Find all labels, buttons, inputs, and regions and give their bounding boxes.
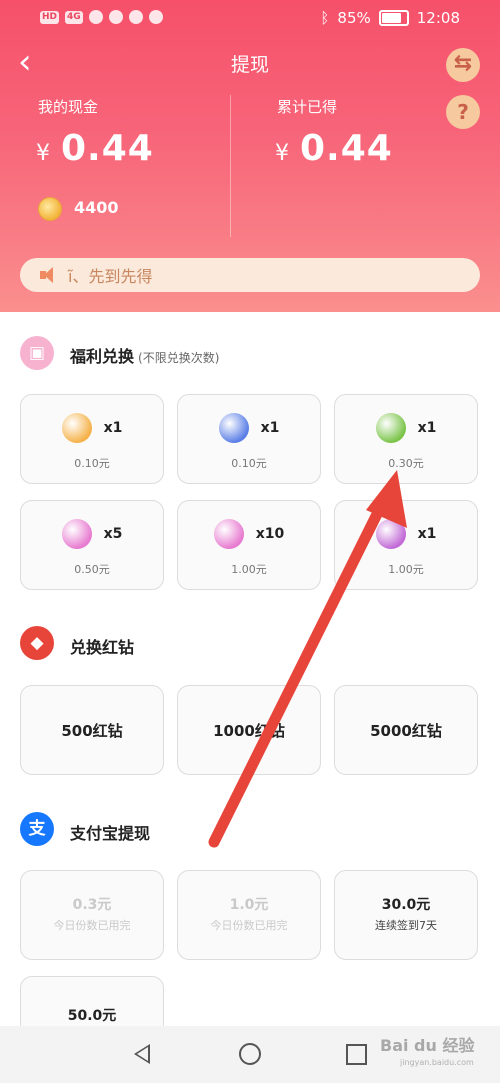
- battery-icon: [378, 10, 409, 26]
- app-notification-icon: [108, 10, 123, 24]
- gift-card[interactable]: x10 1.00元: [177, 500, 321, 590]
- app-notification-icon: [88, 10, 103, 24]
- section-title-welfare: 福利兑换 (不限兑换次数): [70, 343, 219, 367]
- total-earned-amount: 0.44: [300, 128, 393, 169]
- gift-quantity: x1: [260, 420, 280, 436]
- gift-icon: [213, 519, 244, 549]
- header-divider: [230, 95, 231, 237]
- gift-quantity: x1: [103, 420, 123, 436]
- status-left: HD 4G: [40, 10, 163, 24]
- coin-balance: 4400: [74, 198, 119, 217]
- gift-row: x5: [21, 519, 163, 549]
- speaker-icon: [38, 265, 58, 285]
- alipay-note: 今日份数已用完: [53, 919, 131, 932]
- gift-price: 0.10元: [74, 457, 110, 470]
- bluetooth-icon: ᛒ: [320, 9, 330, 27]
- gift-quantity: x1: [417, 420, 437, 436]
- currency-symbol: ¥: [275, 141, 290, 166]
- swap-button[interactable]: ⇆: [446, 48, 480, 82]
- my-cash-value: ¥0.44: [36, 128, 154, 169]
- gift-quantity: x10: [255, 526, 285, 542]
- alipay-amount: 0.3元: [72, 897, 112, 913]
- total-earned-value: ¥0.44: [275, 128, 393, 169]
- nav-home-icon[interactable]: [239, 1043, 261, 1065]
- total-earned-label: 累计已得: [277, 98, 338, 116]
- gift-row: x1: [21, 413, 163, 443]
- gift-price: 0.10元: [231, 457, 267, 470]
- app-notification-icon: [128, 10, 143, 24]
- diamond-label: 1000红钻: [213, 722, 285, 740]
- watermark-url: jingyan.baidu.com: [400, 1058, 474, 1067]
- status-bar: HD 4G ᛒ 85% 12:08: [0, 0, 500, 36]
- page-title: 提现: [230, 54, 269, 76]
- gift-row: x1: [335, 413, 477, 443]
- status-right: ᛒ 85% 12:08: [320, 9, 460, 27]
- gift-row: x1: [335, 519, 477, 549]
- gift-price: 0.50元: [74, 563, 110, 576]
- diamond-card[interactable]: 1000红钻: [177, 685, 321, 775]
- notice-text: ĩ、先到先得: [68, 267, 153, 286]
- welfare-subtitle: (不限兑换次数): [138, 351, 220, 365]
- gift-quantity: x1: [417, 526, 437, 542]
- alipay-card[interactable]: 30.0元 连续签到7天: [334, 870, 478, 960]
- gift-card[interactable]: x1 0.10元: [177, 394, 321, 484]
- alipay-icon: 支: [20, 812, 54, 846]
- my-cash-amount: 0.44: [61, 128, 154, 169]
- alipay-note: 连续签到7天: [375, 919, 437, 932]
- diamond-card[interactable]: 5000红钻: [334, 685, 478, 775]
- app-notification-icon: [148, 10, 163, 24]
- gift-price: 1.00元: [388, 563, 424, 576]
- gift-card[interactable]: x1 0.30元: [334, 394, 478, 484]
- nav-back-icon[interactable]: [134, 1044, 150, 1064]
- coin-icon: [38, 197, 62, 221]
- nav-recent-icon[interactable]: [346, 1044, 367, 1065]
- alipay-card[interactable]: 1.0元 今日份数已用完: [177, 870, 321, 960]
- gift-row: x1: [178, 413, 320, 443]
- watermark-logo: Bai du 经验: [380, 1036, 475, 1055]
- alipay-amount: 30.0元: [381, 897, 431, 913]
- gift-icon: [61, 519, 92, 549]
- gift-box-icon: ▣: [20, 336, 54, 370]
- diamond-card[interactable]: 500红钻: [20, 685, 164, 775]
- alipay-card[interactable]: 0.3元 今日份数已用完: [20, 870, 164, 960]
- alipay-amount: 50.0元: [67, 1008, 117, 1024]
- gift-icon: [218, 413, 249, 443]
- gift-price: 1.00元: [231, 563, 267, 576]
- gift-quantity: x5: [103, 526, 123, 542]
- alipay-note: 今日份数已用完: [210, 919, 288, 932]
- notice-bar: ĩ、先到先得: [20, 258, 480, 292]
- battery-percent: 85%: [337, 9, 371, 27]
- gift-card[interactable]: x1 1.00元: [334, 500, 478, 590]
- gift-card[interactable]: x1 0.10元: [20, 394, 164, 484]
- network-chip: 4G: [65, 10, 83, 24]
- alipay-title: 支付宝提现: [70, 824, 151, 843]
- gift-card[interactable]: x5 0.50元: [20, 500, 164, 590]
- help-button[interactable]: ?: [446, 95, 480, 129]
- gift-price: 0.30元: [388, 457, 424, 470]
- diamond-label: 500红钻: [61, 722, 123, 740]
- clock: 12:08: [416, 9, 460, 27]
- currency-symbol: ¥: [36, 141, 51, 166]
- my-cash-label: 我的现金: [38, 98, 99, 116]
- gift-icon: [61, 413, 92, 443]
- alipay-amount: 1.0元: [229, 897, 269, 913]
- welfare-title: 福利兑换: [70, 347, 135, 366]
- diamond-title: 兑换红钻: [70, 638, 135, 657]
- diamond-label: 5000红钻: [370, 722, 442, 740]
- hd-chip: HD: [40, 10, 60, 24]
- red-diamond-icon: ◆: [20, 626, 54, 660]
- gift-icon: [375, 413, 406, 443]
- gift-icon: [375, 519, 406, 549]
- gift-row: x10: [178, 519, 320, 549]
